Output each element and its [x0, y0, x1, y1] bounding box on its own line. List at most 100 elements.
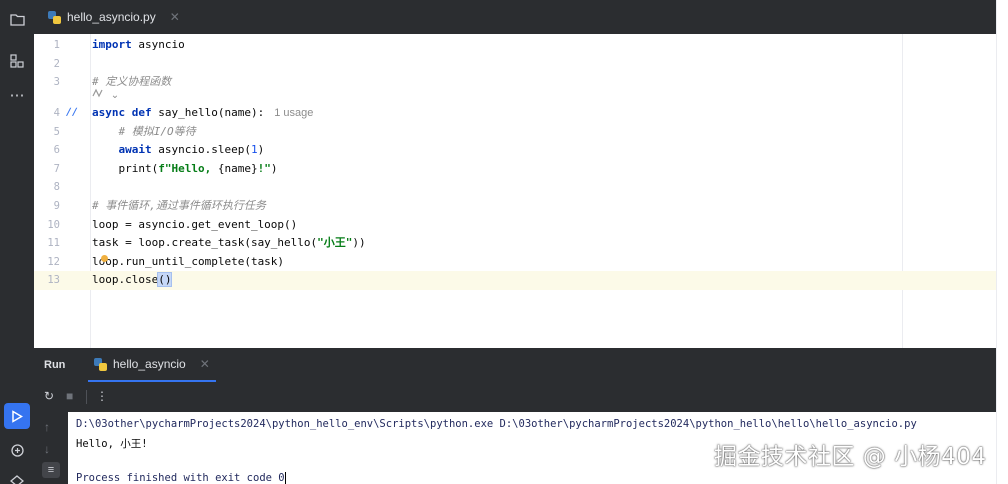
line-number: 13	[47, 274, 60, 287]
code-token: )	[257, 143, 265, 157]
tab-label: hello_asyncio.py	[67, 10, 156, 24]
line-number: 11	[47, 237, 60, 250]
code-line[interactable]: 10 loop = asyncio.get_event_loop()	[34, 216, 996, 235]
bulb-icon[interactable]	[101, 255, 108, 262]
more-icon[interactable]: ⋯	[4, 82, 30, 108]
rerun-icon[interactable]: ↻	[44, 389, 54, 403]
code-line[interactable]: 4 ∕∕ async def say_hello(name): 1 usage	[34, 104, 996, 123]
usage-hint[interactable]: 1 usage	[274, 107, 313, 119]
services-icon[interactable]	[4, 468, 30, 484]
code-text: import asyncio	[92, 36, 185, 55]
code-token: say_hello(name):	[151, 106, 265, 119]
code-text: await asyncio.sleep(1)	[92, 141, 265, 160]
text-caret	[284, 472, 286, 484]
code-line[interactable]: 5 # 模拟I/O等待	[34, 123, 996, 142]
code-token: def	[131, 106, 152, 119]
line-number: 3	[53, 76, 60, 89]
code-token: import	[92, 38, 132, 51]
code-token: "小王"	[317, 236, 353, 250]
line-number: 6	[53, 144, 60, 157]
code-line[interactable]: 6 await asyncio.sleep(1)	[34, 141, 996, 160]
code-token: print(	[92, 161, 159, 175]
code-token: loop.close	[92, 273, 159, 287]
code-line[interactable]: 9 # 事件循环,通过事件循环执行任务	[34, 197, 996, 216]
arrow-up-icon[interactable]: ↑	[44, 420, 50, 434]
code-token: ))	[352, 236, 366, 250]
line-number: 1	[53, 39, 60, 51]
structure-icon[interactable]	[4, 48, 30, 74]
line-number: 2	[53, 57, 60, 70]
code-token: loop = asyncio.get_event_loop()	[92, 217, 298, 231]
code-text: loop = asyncio.get_event_loop()	[92, 216, 297, 235]
code-token: # 事件循环,通过事件循环执行任务	[92, 199, 266, 212]
line-number: 4	[53, 107, 60, 119]
close-icon[interactable]: ✕	[200, 357, 210, 371]
code-text: print(f"Hello, {name}!")	[92, 160, 277, 179]
tab-hello-asyncio[interactable]: hello_asyncio.py ✕	[42, 0, 186, 34]
run-icon[interactable]	[4, 403, 30, 429]
code-text: # 事件循环,通过事件循环执行任务	[92, 197, 266, 216]
folder-icon[interactable]	[4, 6, 30, 32]
line-number: 5	[53, 125, 60, 138]
code-token: )	[270, 161, 278, 175]
run-title: Run	[44, 359, 66, 371]
code-text: loop.close()	[92, 271, 173, 290]
console-line-exit: Process finished with exit code 0	[76, 472, 286, 484]
code-line[interactable]: 12 loop.run_until_complete(task)	[34, 253, 996, 272]
code-text: loop.run_until_complete(task)	[92, 253, 284, 272]
options-icon[interactable]: ⋮	[96, 389, 108, 403]
arrow-down-icon[interactable]: ↓	[44, 442, 50, 456]
watermark: 掘金技术社区 @ 小杨404	[714, 444, 987, 470]
right-tool-strip	[996, 0, 1008, 484]
editor-tab-bar: hello_asyncio.py ✕	[34, 0, 996, 34]
code-token: # 定义协程函数	[92, 75, 172, 89]
console-line-command: D:\03other\pycharmProjects2024\python_he…	[76, 418, 917, 430]
console-line-output: Hello, 小王!	[76, 438, 148, 450]
code-line[interactable]: 11 task = loop.create_task(say_hello("小王"…	[34, 234, 996, 253]
code-token: {name}	[217, 161, 258, 175]
code-token: # 模拟I/O等待	[118, 124, 196, 138]
run-tab-label: hello_asyncio	[113, 357, 186, 371]
soft-wrap-icon[interactable]: ≡	[42, 462, 60, 478]
close-icon[interactable]: ✕	[170, 10, 180, 24]
code-line[interactable]: 2	[34, 55, 996, 74]
exit-message: Process finished with exit code 0	[76, 472, 285, 484]
code-token: task = loop.create_task(say_hello(	[92, 236, 318, 250]
code-line[interactable]: 8	[34, 178, 996, 197]
run-toolbar: ↻ ■ ⋮	[34, 382, 996, 412]
line-number: 9	[53, 200, 60, 212]
line-number: 12	[47, 255, 60, 268]
code-line[interactable]: 1 import asyncio	[34, 36, 996, 55]
toolbar-divider	[86, 390, 87, 404]
stop-icon[interactable]: ■	[66, 389, 73, 403]
code-text: # 模拟I/O等待	[92, 123, 196, 142]
activity-bar: ⋯	[0, 0, 34, 484]
code-token: async	[92, 106, 126, 119]
run-tab-hello-asyncio[interactable]: hello_asyncio ✕	[88, 348, 216, 382]
python-file-icon	[94, 357, 107, 371]
code-token: !"	[257, 161, 271, 175]
code-token: loop.run_until_complete(task)	[92, 254, 285, 268]
code-token: asyncio	[131, 38, 185, 51]
python-file-icon	[48, 10, 61, 24]
code-line[interactable]: 13 loop.close()	[34, 271, 996, 290]
code-token: asyncio.sleep(	[151, 143, 251, 157]
console-gutter: ↑ ↓ ≡	[34, 412, 68, 484]
python-console-icon[interactable]	[4, 437, 30, 463]
code-token: ()	[157, 272, 173, 288]
override-icon[interactable]: ∕∕	[66, 104, 78, 123]
line-number: 7	[53, 162, 60, 175]
code-text: async def say_hello(name): 1 usage	[92, 104, 313, 123]
code-token: await	[118, 143, 152, 157]
code-line[interactable]: 3 # 定义协程函数	[34, 73, 996, 92]
code-editor[interactable]: 1 import asyncio 2 3 # 定义协程函数 4 ∕∕ async def sa…	[34, 34, 996, 348]
code-line[interactable]: 7 print(f"Hello, {name}!")	[34, 160, 996, 179]
inline-hint: ⌄	[92, 88, 119, 101]
code-token: 1	[250, 143, 258, 157]
run-tool-window-header: Run hello_asyncio ✕	[34, 348, 996, 382]
code-token: f"Hello,	[158, 161, 218, 175]
code-text: task = loop.create_task(say_hello("小王"))	[92, 234, 366, 253]
